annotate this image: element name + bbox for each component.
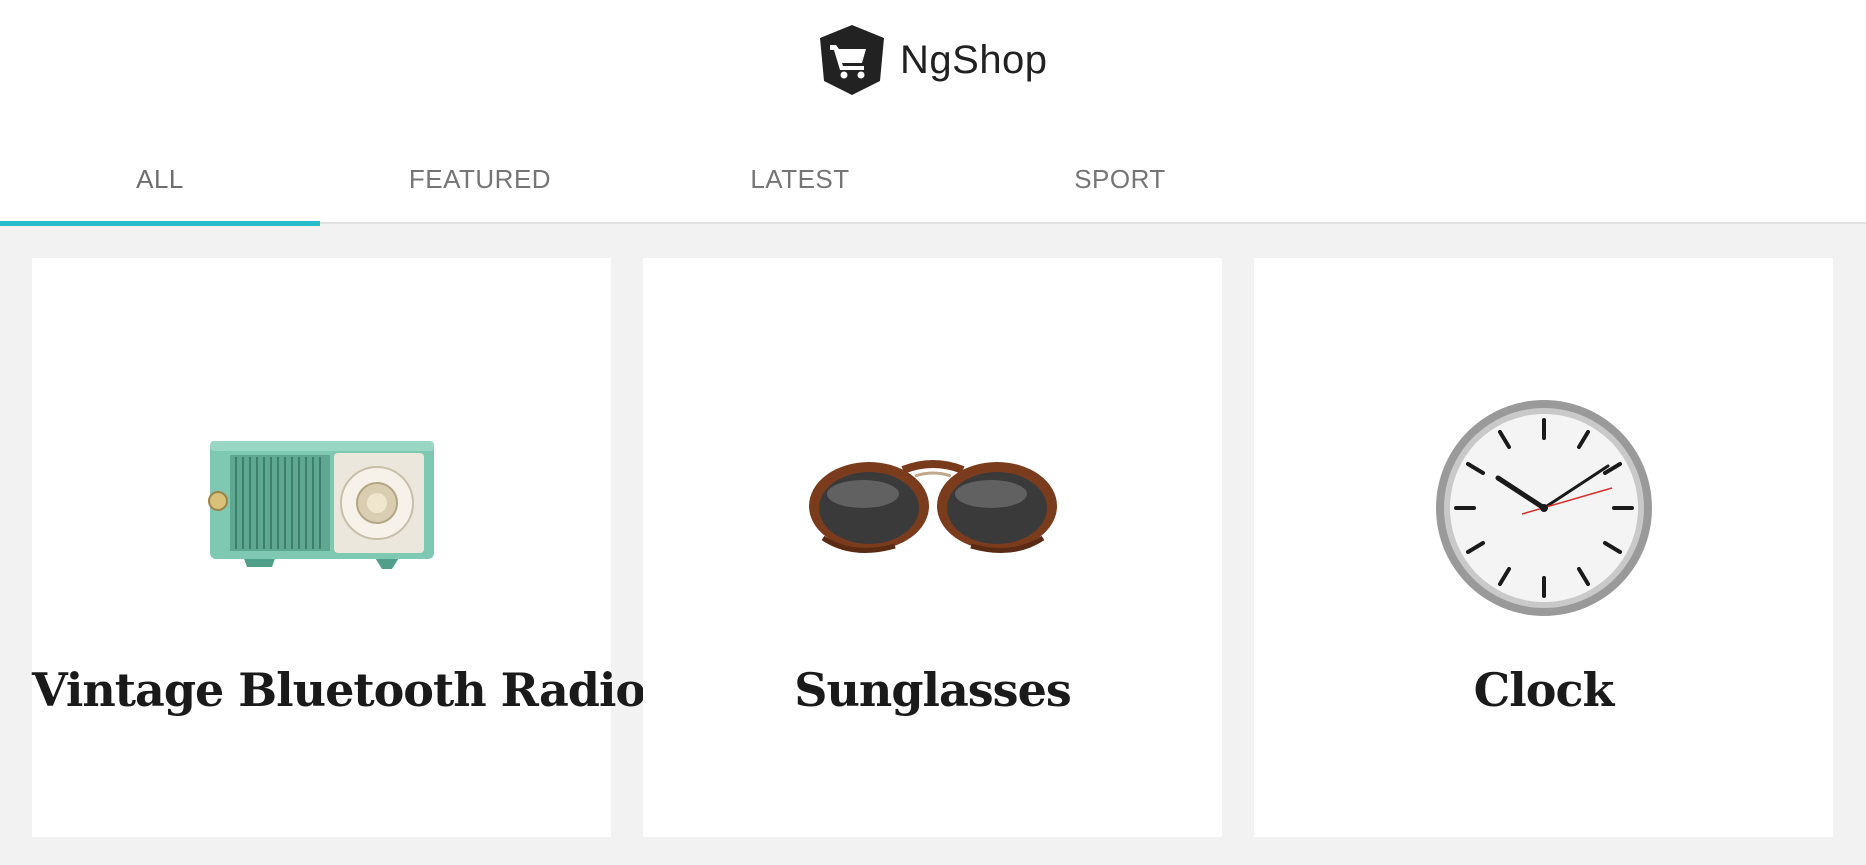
sunglasses-image (808, 460, 1057, 553)
tab-sport[interactable]: SPORT (960, 140, 1280, 224)
tab-all[interactable]: ALL (0, 140, 320, 226)
product-image-sunglasses (643, 388, 1222, 628)
product-card-sunglasses[interactable]: Sunglasses (643, 258, 1222, 837)
product-title: Clock (1473, 663, 1615, 717)
clock-image (1435, 400, 1652, 616)
product-title: Vintage Bluetooth Radio (32, 663, 646, 717)
brand-name: NgShop (900, 37, 1048, 82)
shopping-cart-icon (820, 25, 884, 95)
product-card-radio[interactable]: Vintage Bluetooth Radio (32, 258, 646, 837)
product-image-radio (32, 388, 611, 628)
product-grid: Vintage Bluetooth Radio Sunglasses Clock (32, 258, 1833, 837)
brand[interactable]: NgShop (818, 22, 1048, 98)
product-card-clock[interactable]: Clock (1254, 258, 1833, 837)
radio-image (207, 441, 434, 569)
app-header: NgShop ALL FEATURED LATEST SPORT (0, 0, 1866, 226)
product-title: Sunglasses (794, 663, 1072, 717)
product-image-clock (1254, 388, 1833, 628)
tab-latest[interactable]: LATEST (640, 140, 960, 224)
category-tabs: ALL FEATURED LATEST SPORT (0, 140, 1280, 226)
tab-featured[interactable]: FEATURED (320, 140, 640, 224)
